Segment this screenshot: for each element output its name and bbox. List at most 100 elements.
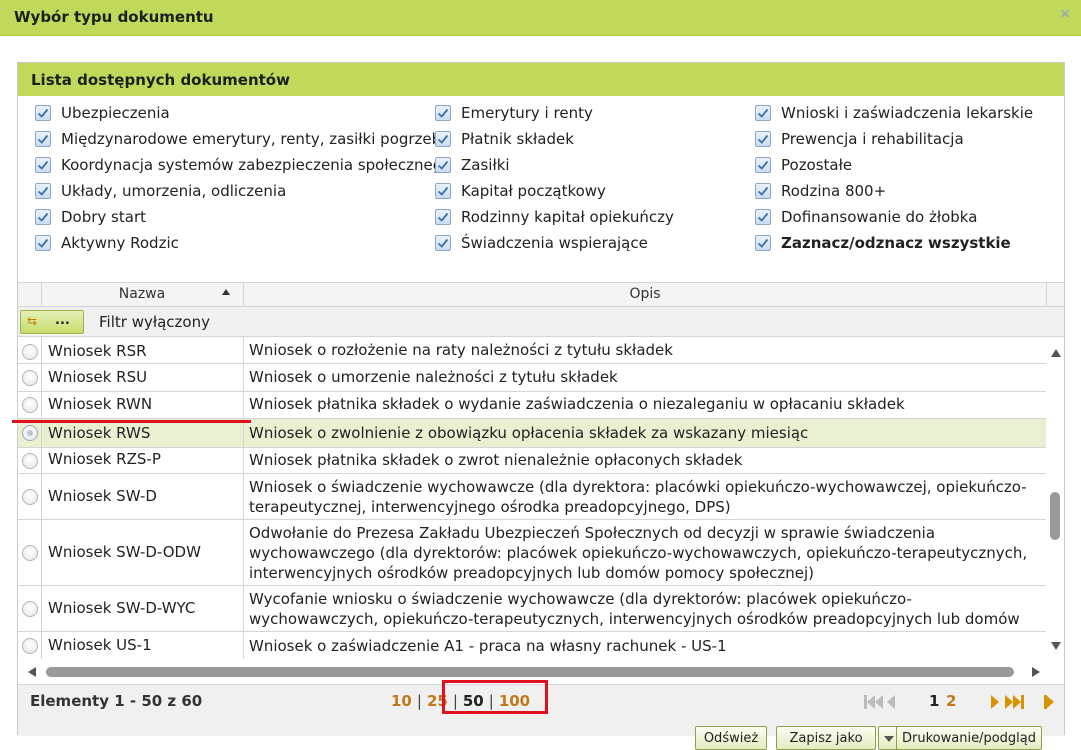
checkbox-checked-icon[interactable] xyxy=(435,157,451,173)
row-name: Wniosek SW-D xyxy=(48,487,157,505)
category-checkbox[interactable]: Międzynarodowe emerytury, renty, zasiłki… xyxy=(35,126,451,152)
category-checkbox[interactable]: Wnioski i zaświadczenia lekarskie xyxy=(755,100,1033,126)
category-checkbox[interactable]: Koordynacja systemów zabezpieczenia społ… xyxy=(35,152,451,178)
checkbox-checked-icon[interactable] xyxy=(435,235,451,251)
checkbox-checked-icon[interactable] xyxy=(35,183,51,199)
checkbox-checked-icon[interactable] xyxy=(755,183,771,199)
row-radio[interactable] xyxy=(22,370,38,386)
category-column-1: Ubezpieczenia Międzynarodowe emerytury, … xyxy=(35,100,451,256)
category-checkbox[interactable]: Aktywny Rodzic xyxy=(35,230,451,256)
row-name: Wniosek SW-D-ODW xyxy=(48,543,201,561)
category-label: Płatnik składek xyxy=(461,130,574,148)
table-row[interactable]: Wniosek RZS-P Wniosek płatnika składek o… xyxy=(18,448,1046,474)
scroll-right-icon[interactable] xyxy=(1032,667,1040,677)
category-checkbox[interactable]: Kapitał początkowy xyxy=(435,178,674,204)
previous-page-icon[interactable] xyxy=(887,695,895,713)
horizontal-scroll-thumb[interactable] xyxy=(46,667,1014,677)
checkbox-checked-icon[interactable] xyxy=(35,235,51,251)
refresh-button[interactable]: Odśwież xyxy=(695,726,767,750)
category-checkbox[interactable]: Pozostałe xyxy=(755,152,1033,178)
column-header-name[interactable]: Nazwa xyxy=(41,283,243,306)
next-page-icon[interactable] xyxy=(991,695,999,713)
scroll-up-icon[interactable] xyxy=(1051,349,1061,357)
row-radio[interactable] xyxy=(22,453,38,469)
last-page-icon[interactable] xyxy=(1005,695,1024,713)
category-checkbox[interactable]: Płatnik składek xyxy=(435,126,674,152)
column-header-description[interactable]: Opis xyxy=(244,283,1046,306)
row-description: Wniosek o zaświadczenie A1 - praca na wł… xyxy=(249,637,727,655)
select-all-checkbox[interactable]: Zaznacz/odznacz wszystkie xyxy=(755,230,1033,256)
row-radio[interactable] xyxy=(22,397,38,413)
go-to-page-icon[interactable] xyxy=(1044,695,1054,713)
dialog-header: Wybór typu dokumentu × xyxy=(0,0,1081,36)
row-name: Wniosek RSR xyxy=(48,342,147,360)
category-checkbox[interactable]: Emerytury i renty xyxy=(435,100,674,126)
table-row[interactable]: Wniosek SW-D-WYC Wycofanie wniosku o świ… xyxy=(18,586,1046,648)
column-header-description-label: Opis xyxy=(629,286,661,302)
category-label: Rodzina 800+ xyxy=(781,182,887,200)
row-description: Wniosek o świadczenie wychowawcze (dla d… xyxy=(249,478,1027,516)
sort-ascending-icon[interactable] xyxy=(222,289,230,295)
radio-dot-icon xyxy=(27,430,33,436)
horizontal-scrollbar[interactable] xyxy=(18,663,1046,681)
category-checkbox[interactable]: Ubezpieczenia xyxy=(35,100,451,126)
row-radio-selected[interactable] xyxy=(22,425,38,441)
row-radio[interactable] xyxy=(22,344,38,360)
category-checkbox[interactable]: Świadczenia wspierające xyxy=(435,230,674,256)
category-checkbox[interactable]: Rodzina 800+ xyxy=(755,178,1033,204)
category-checkbox[interactable]: Dobry start xyxy=(35,204,451,230)
save-as-button[interactable]: Zapisz jako xyxy=(776,726,876,750)
row-radio[interactable] xyxy=(22,545,38,561)
row-radio[interactable] xyxy=(22,601,38,617)
category-checkbox[interactable]: Układy, umorzenia, odliczenia xyxy=(35,178,451,204)
vertical-scrollbar[interactable] xyxy=(1047,337,1064,659)
checkbox-checked-icon[interactable] xyxy=(35,209,51,225)
scroll-left-icon[interactable] xyxy=(28,667,36,677)
filter-button[interactable]: ⇆ ... xyxy=(20,310,84,334)
column-header-name-label: Nazwa xyxy=(118,286,166,302)
checkbox-checked-icon[interactable] xyxy=(755,131,771,147)
checkbox-checked-icon[interactable] xyxy=(35,131,51,147)
category-label: Prewencja i rehabilitacja xyxy=(781,130,964,148)
documents-panel: Lista dostępnych dokumentów Ubezpieczeni… xyxy=(17,62,1065,750)
category-checkbox[interactable]: Rodzinny kapitał opiekuńczy xyxy=(435,204,674,230)
table-row[interactable]: Wniosek SW-D Wniosek o świadczenie wycho… xyxy=(18,474,1046,520)
table-row-selected[interactable]: Wniosek RWS Wniosek o zwolnienie z obowi… xyxy=(18,419,1046,448)
table-row[interactable]: Wniosek SW-D-ODW Odwołanie do Prezesa Za… xyxy=(18,520,1046,586)
row-radio[interactable] xyxy=(22,638,38,654)
page-link[interactable]: 2 xyxy=(946,692,956,710)
row-description: Wniosek płatnika składek o wydanie zaświ… xyxy=(249,395,905,413)
checkbox-checked-icon[interactable] xyxy=(755,157,771,173)
category-label: Aktywny Rodzic xyxy=(61,234,179,252)
table-row[interactable]: Wniosek US-1 Wniosek o zaświadczenie A1 … xyxy=(18,632,1046,659)
checkbox-checked-icon[interactable] xyxy=(435,183,451,199)
filter-status: Filtr wyłączony xyxy=(99,313,210,331)
table-row[interactable]: Wniosek RSR Wniosek o rozłożenie na raty… xyxy=(18,337,1046,364)
checkbox-checked-icon[interactable] xyxy=(755,209,771,225)
dialog-title: Wybór typu dokumentu xyxy=(14,8,214,26)
category-label: Pozostałe xyxy=(781,156,853,174)
category-label: Świadczenia wspierające xyxy=(461,234,648,252)
checkbox-checked-icon[interactable] xyxy=(755,105,771,121)
row-name: Wniosek SW-D-WYC xyxy=(48,599,196,617)
first-page-icon[interactable] xyxy=(864,695,883,713)
chevron-down-icon xyxy=(884,736,894,742)
category-checkbox[interactable]: Zasiłki xyxy=(435,152,674,178)
vertical-scroll-thumb[interactable] xyxy=(1050,492,1060,540)
checkbox-checked-icon[interactable] xyxy=(435,105,451,121)
table-row[interactable]: Wniosek RWN Wniosek płatnika składek o w… xyxy=(18,392,1046,419)
print-preview-button[interactable]: Drukowanie/podgląd xyxy=(896,726,1042,750)
checkbox-checked-icon[interactable] xyxy=(35,105,51,121)
checkbox-checked-icon[interactable] xyxy=(435,131,451,147)
page-size-option[interactable]: 10 xyxy=(391,692,412,710)
scroll-down-icon[interactable] xyxy=(1051,642,1061,650)
document-list: Wniosek RSR Wniosek o rozłożenie na raty… xyxy=(18,337,1046,659)
category-checkbox[interactable]: Dofinansowanie do żłobka xyxy=(755,204,1033,230)
checkbox-checked-icon[interactable] xyxy=(35,157,51,173)
close-icon[interactable]: × xyxy=(1059,6,1071,22)
checkbox-checked-icon[interactable] xyxy=(435,209,451,225)
category-checkbox[interactable]: Prewencja i rehabilitacja xyxy=(755,126,1033,152)
table-row[interactable]: Wniosek RSU Wniosek o umorzenie należnoś… xyxy=(18,364,1046,392)
row-radio[interactable] xyxy=(22,489,38,505)
checkbox-checked-icon[interactable] xyxy=(755,235,771,251)
